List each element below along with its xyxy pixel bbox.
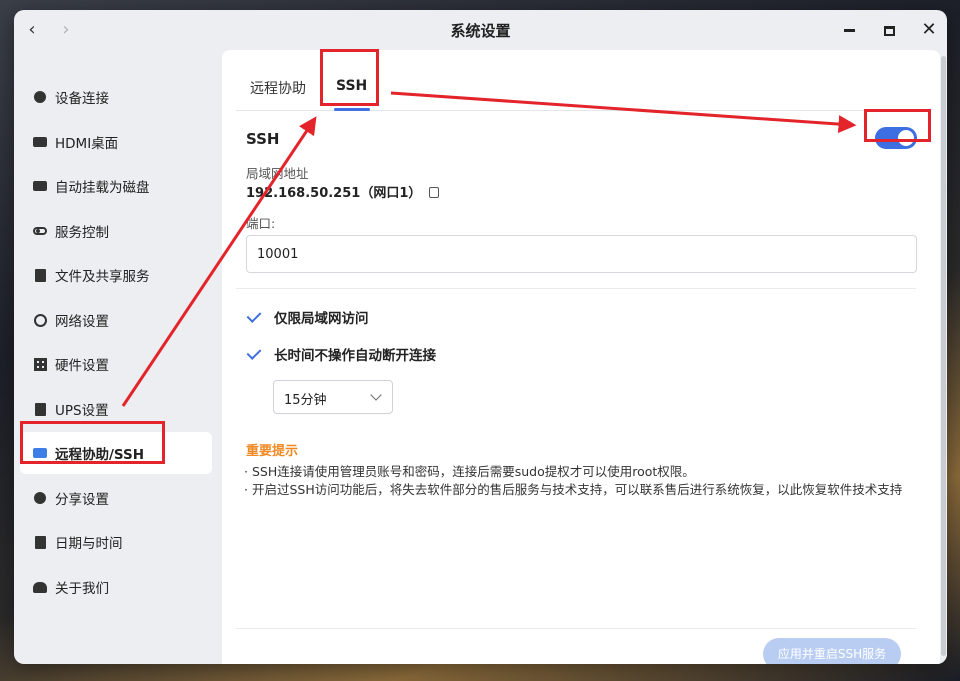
annotation-box-toggle (864, 109, 931, 142)
sidebar-item-about[interactable]: 关于我们 (20, 566, 212, 608)
notice-line: · SSH连接请使用管理员账号和密码，连接后需要sudo提权才可以使用root权… (244, 464, 695, 479)
tab-remote-assist[interactable]: 远程协助 (250, 78, 306, 98)
minimize-button[interactable] (838, 19, 860, 41)
sidebar-item-label: 网络设置 (55, 314, 109, 330)
sidebar-item-label: 自动挂载为磁盘 (55, 180, 150, 196)
sidebar-item-network[interactable]: 网络设置 (20, 299, 212, 341)
port-label: 端口: (246, 216, 276, 231)
toggle-icon (33, 224, 47, 238)
title-bar: ‹ › 系统设置 ✕ (14, 10, 947, 50)
drive-icon (33, 179, 47, 193)
sidebar-item-service-control[interactable]: 服务控制 (20, 210, 212, 252)
sidebar-item-label: HDMI桌面 (55, 136, 119, 152)
sidebar: 设备连接 HDMI桌面 自动挂载为磁盘 服务控制 文件及共享服务 网络设置 硬件… (14, 50, 222, 664)
chevron-down-icon (370, 389, 382, 401)
sidebar-item-file-sharing[interactable]: 文件及共享服务 (20, 254, 212, 296)
timeout-select[interactable]: 15分钟 (273, 380, 393, 414)
battery-icon (33, 402, 47, 416)
sidebar-item-hdmi[interactable]: HDMI桌面 (20, 121, 212, 163)
calendar-icon (33, 535, 47, 549)
divider (236, 288, 916, 289)
sidebar-item-label: 分享设置 (55, 492, 109, 508)
link-icon (33, 90, 47, 104)
sidebar-item-device-connect[interactable]: 设备连接 (20, 76, 212, 118)
settings-window: ‹ › 系统设置 ✕ 设备连接 HDMI桌面 自动挂载为磁盘 服务控制 文件及共… (14, 10, 947, 664)
grid-icon (33, 357, 47, 371)
timeout-value: 15分钟 (284, 393, 327, 408)
annotation-box-ssh-tab (320, 49, 379, 106)
users-icon (33, 580, 47, 594)
scrollbar-thumb[interactable] (941, 56, 946, 656)
lan-address-label: 局域网地址 (246, 166, 309, 181)
lan-only-checkbox[interactable]: 仅限局域网访问 (246, 307, 369, 327)
active-tab-indicator (334, 108, 370, 111)
sidebar-item-label: 设备连接 (55, 91, 109, 107)
sidebar-item-hardware[interactable]: 硬件设置 (20, 343, 212, 385)
divider (236, 628, 916, 629)
sidebar-item-label: 硬件设置 (55, 358, 109, 374)
maximize-button[interactable] (878, 19, 900, 41)
port-input[interactable] (246, 235, 917, 273)
lan-address-row: 192.168.50.251（网口1） (246, 182, 440, 201)
monitor-icon (33, 135, 47, 149)
lan-address-value: 192.168.50.251（网口1） (246, 186, 422, 201)
globe-icon (33, 313, 47, 327)
scrollbar[interactable] (940, 50, 947, 664)
file-icon (33, 268, 47, 282)
sidebar-item-label: 关于我们 (55, 581, 109, 597)
annotation-box-sidebar (20, 421, 165, 464)
main-content: 远程协助 SSH SSH 局域网地址 192.168.50.251（网口1） 端… (222, 50, 940, 664)
maximize-icon (883, 25, 895, 36)
sidebar-item-label: 日期与时间 (55, 536, 123, 552)
sidebar-item-automount[interactable]: 自动挂载为磁盘 (20, 165, 212, 207)
sidebar-item-datetime[interactable]: 日期与时间 (20, 521, 212, 563)
auto-disconnect-checkbox[interactable]: 长时间不操作自动断开连接 (246, 344, 436, 364)
copy-icon[interactable] (429, 187, 440, 198)
apply-restart-button[interactable]: 应用并重启SSH服务 (763, 638, 901, 664)
check-icon (246, 309, 262, 325)
sidebar-item-label: 文件及共享服务 (55, 269, 150, 285)
notice-title: 重要提示 (246, 444, 299, 459)
sidebar-item-label: UPS设置 (55, 403, 109, 419)
minimize-icon (843, 29, 855, 32)
sidebar-item-share[interactable]: 分享设置 (20, 477, 212, 519)
window-title: 系统设置 (450, 22, 511, 40)
check-icon (246, 346, 262, 362)
sidebar-item-label: 服务控制 (55, 225, 109, 241)
share-icon (33, 491, 47, 505)
section-title: SSH (246, 130, 280, 148)
auto-disconnect-label: 长时间不操作自动断开连接 (274, 348, 436, 364)
notice-line: · 开启过SSH访问功能后，将失去软件部分的售后服务与技术支持，可以联系售后进行… (244, 482, 903, 497)
lan-only-label: 仅限局域网访问 (274, 311, 369, 327)
close-button[interactable]: ✕ (918, 19, 940, 41)
